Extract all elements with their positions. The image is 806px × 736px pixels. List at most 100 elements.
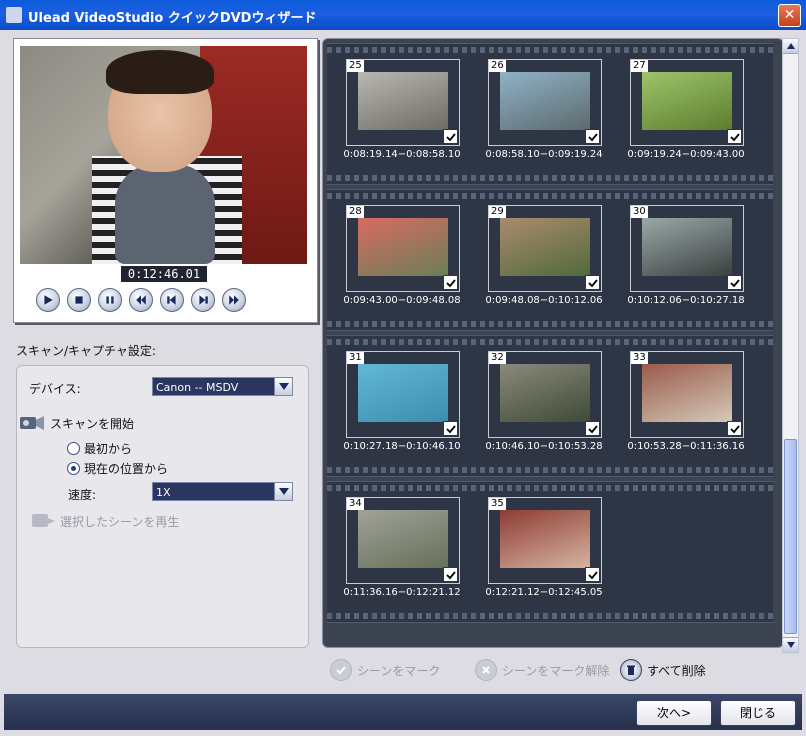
checkmark-icon: [729, 132, 740, 141]
scene-thumbnail[interactable]: 32: [488, 351, 602, 438]
scene-time-range: 0:11:36.16−0:12:21.12: [343, 587, 461, 598]
scene-thumbnail[interactable]: 29: [488, 205, 602, 292]
checkmark-icon: [587, 570, 598, 579]
speed-label: 速度:: [68, 488, 97, 502]
checkmark-icon: [445, 570, 456, 579]
scene-checkbox[interactable]: [585, 567, 600, 582]
unmark-scene-button[interactable]: シーンをマーク解除: [475, 659, 609, 681]
scan-start-label: スキャンを開始: [50, 416, 135, 431]
prev-frame-icon[interactable]: [160, 288, 184, 312]
checkmark-icon: [587, 132, 598, 141]
scroll-up-icon[interactable]: [783, 39, 798, 54]
mark-scene-button[interactable]: シーンをマーク: [330, 659, 440, 681]
scene-thumbnail[interactable]: 27: [630, 59, 744, 146]
playback-controls: [36, 288, 246, 312]
scene-thumbnail-area: 25 0:08:19.14−0:08:58.10 26 0:08:58.10−0:09…: [322, 38, 784, 648]
wizard-client-area: 0:12:46.01 スキャン/キャプチャ設定: デバイス: Canon -- …: [4, 30, 802, 730]
scene-time-range: 0:08:58.10−0:09:19.24: [485, 149, 603, 160]
scene-checkbox[interactable]: [443, 421, 458, 436]
preview-video: [20, 46, 307, 264]
scrollbar-thumb[interactable]: [784, 439, 797, 634]
scene-checkbox[interactable]: [585, 129, 600, 144]
checkmark-icon: [330, 659, 352, 681]
radio-from-start[interactable]: 最初から: [67, 440, 132, 457]
play-selected-scene-row[interactable]: 選択したシーンを再生: [30, 511, 179, 531]
scene-checkbox[interactable]: [443, 275, 458, 290]
delete-all-button[interactable]: すべて削除: [620, 659, 706, 681]
scene-number: 34: [347, 498, 364, 510]
scene-time-range: 0:08:19.14−0:08:58.10: [343, 149, 461, 160]
scene-checkbox[interactable]: [727, 421, 742, 436]
next-frame-icon[interactable]: [191, 288, 215, 312]
scene-thumbnail[interactable]: 30: [630, 205, 744, 292]
scene-image: [358, 510, 448, 568]
scene-image: [358, 72, 448, 130]
scene-checkbox[interactable]: [585, 421, 600, 436]
scene-scrollbar[interactable]: [782, 38, 799, 653]
scene-thumbnail[interactable]: 25: [346, 59, 460, 146]
scene-number: 26: [489, 60, 506, 72]
checkmark-icon: [729, 278, 740, 287]
device-label: デバイス:: [29, 382, 81, 396]
scene-number: 33: [631, 352, 648, 364]
scene-time-range: 0:09:48.08−0:10:12.06: [485, 295, 603, 306]
scene-number: 27: [631, 60, 648, 72]
scene-image: [642, 364, 732, 422]
scene-number: 30: [631, 206, 648, 218]
speed-select[interactable]: 1X: [152, 482, 293, 501]
unmark-scene-label: シーンをマーク解除: [502, 663, 610, 678]
scan-settings-panel: [16, 365, 309, 648]
radio-from-current-label: 現在の位置から: [84, 462, 169, 476]
scene-time-range: 0:10:46.10−0:10:53.28: [485, 441, 603, 452]
chevron-down-icon[interactable]: [274, 483, 292, 500]
scene-checkbox[interactable]: [727, 129, 742, 144]
scene-thumbnail[interactable]: 35: [488, 497, 602, 584]
checkmark-icon: [587, 278, 598, 287]
scene-checkbox[interactable]: [585, 275, 600, 290]
rewind-icon[interactable]: [129, 288, 153, 312]
pause-icon[interactable]: [98, 288, 122, 312]
scene-thumbnail[interactable]: 34: [346, 497, 460, 584]
scene-checkbox[interactable]: [443, 129, 458, 144]
scene-time-range: 0:12:21.12−0:12:45.05: [485, 587, 603, 598]
speed-select-value: 1X: [156, 486, 171, 499]
radio-from-start-dot[interactable]: [67, 442, 80, 455]
scene-image: [642, 72, 732, 130]
scene-thumbnail[interactable]: 26: [488, 59, 602, 146]
chevron-down-icon[interactable]: [274, 378, 292, 395]
scene-number: 32: [489, 352, 506, 364]
radio-from-current-dot[interactable]: [67, 462, 80, 475]
device-select[interactable]: Canon -- MSDV: [152, 377, 293, 396]
scene-image: [500, 510, 590, 568]
scene-time-range: 0:10:27.18−0:10:46.10: [343, 441, 461, 452]
scene-time-range: 0:09:19.24−0:09:43.00: [627, 149, 745, 160]
radio-from-current[interactable]: 現在の位置から: [67, 460, 168, 477]
scene-time-range: 0:10:53.28−0:11:36.16: [627, 441, 745, 452]
camcorder-icon: [20, 416, 44, 430]
scene-checkbox[interactable]: [443, 567, 458, 582]
checkmark-icon: [445, 278, 456, 287]
stop-icon[interactable]: [67, 288, 91, 312]
scroll-down-icon[interactable]: [783, 637, 798, 652]
close-button[interactable]: 閉じる: [720, 700, 796, 726]
play-selected-scene-label: 選択したシーンを再生: [60, 514, 180, 529]
close-window-button[interactable]: ✕: [778, 4, 801, 27]
app-icon: [6, 7, 22, 23]
preview-panel: 0:12:46.01: [13, 38, 318, 323]
play-icon[interactable]: [36, 288, 60, 312]
scan-capture-section-label: スキャン/キャプチャ設定:: [16, 344, 156, 358]
scene-thumbnail[interactable]: 28: [346, 205, 460, 292]
mark-scene-label: シーンをマーク: [357, 663, 441, 678]
scene-number: 25: [347, 60, 364, 72]
scene-image: [358, 218, 448, 276]
scene-checkbox[interactable]: [727, 275, 742, 290]
scene-number: 29: [489, 206, 506, 218]
fast-forward-icon[interactable]: [222, 288, 246, 312]
checkmark-icon: [729, 424, 740, 433]
scene-thumbnail[interactable]: 31: [346, 351, 460, 438]
scan-start-row[interactable]: スキャンを開始: [18, 412, 134, 434]
next-button[interactable]: 次へ>: [636, 700, 712, 726]
scene-thumbnail[interactable]: 33: [630, 351, 744, 438]
scene-image: [500, 364, 590, 422]
scene-time-range: 0:10:12.06−0:10:27.18: [627, 295, 745, 306]
